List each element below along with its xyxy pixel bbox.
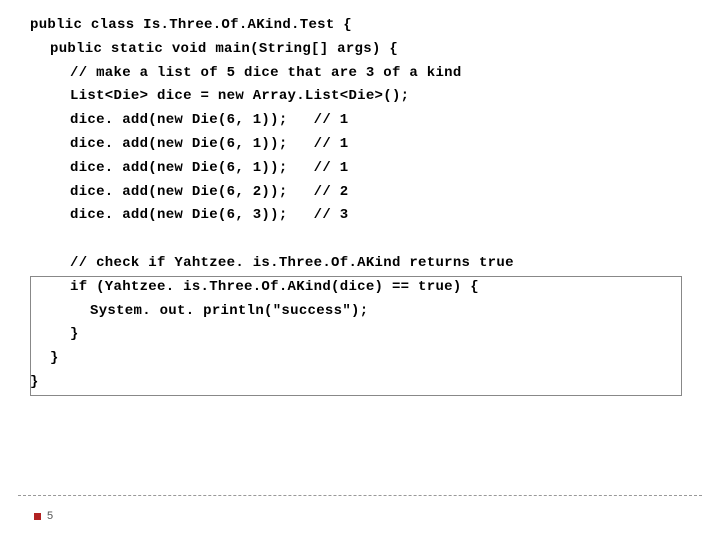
code-line: // make a list of 5 dice that are 3 of a… <box>30 62 720 86</box>
code-line: dice. add(new Die(6, 3)); // 3 <box>30 204 720 228</box>
code-line: dice. add(new Die(6, 1)); // 1 <box>30 133 720 157</box>
code-line: } <box>30 347 720 371</box>
slide-number: 5 <box>34 510 53 522</box>
blank-line <box>30 228 720 252</box>
code-line: List<Die> dice = new Array.List<Die>(); <box>30 85 720 109</box>
square-marker-icon <box>34 513 41 520</box>
code-line: public class Is.Three.Of.AKind.Test { <box>30 14 720 38</box>
code-line: public static void main(String[] args) { <box>30 38 720 62</box>
code-line: } <box>30 323 720 347</box>
code-line: if (Yahtzee. is.Three.Of.AKind(dice) == … <box>30 276 720 300</box>
code-line: System. out. println("success"); <box>30 300 720 324</box>
code-line: // check if Yahtzee. is.Three.Of.AKind r… <box>30 252 720 276</box>
code-line: dice. add(new Die(6, 2)); // 2 <box>30 181 720 205</box>
code-block: public class Is.Three.Of.AKind.Test { pu… <box>0 0 720 395</box>
code-line: dice. add(new Die(6, 1)); // 1 <box>30 157 720 181</box>
slide-number-text: 5 <box>47 510 53 522</box>
code-line: dice. add(new Die(6, 1)); // 1 <box>30 109 720 133</box>
divider-line <box>18 495 702 496</box>
code-line: } <box>30 371 720 395</box>
